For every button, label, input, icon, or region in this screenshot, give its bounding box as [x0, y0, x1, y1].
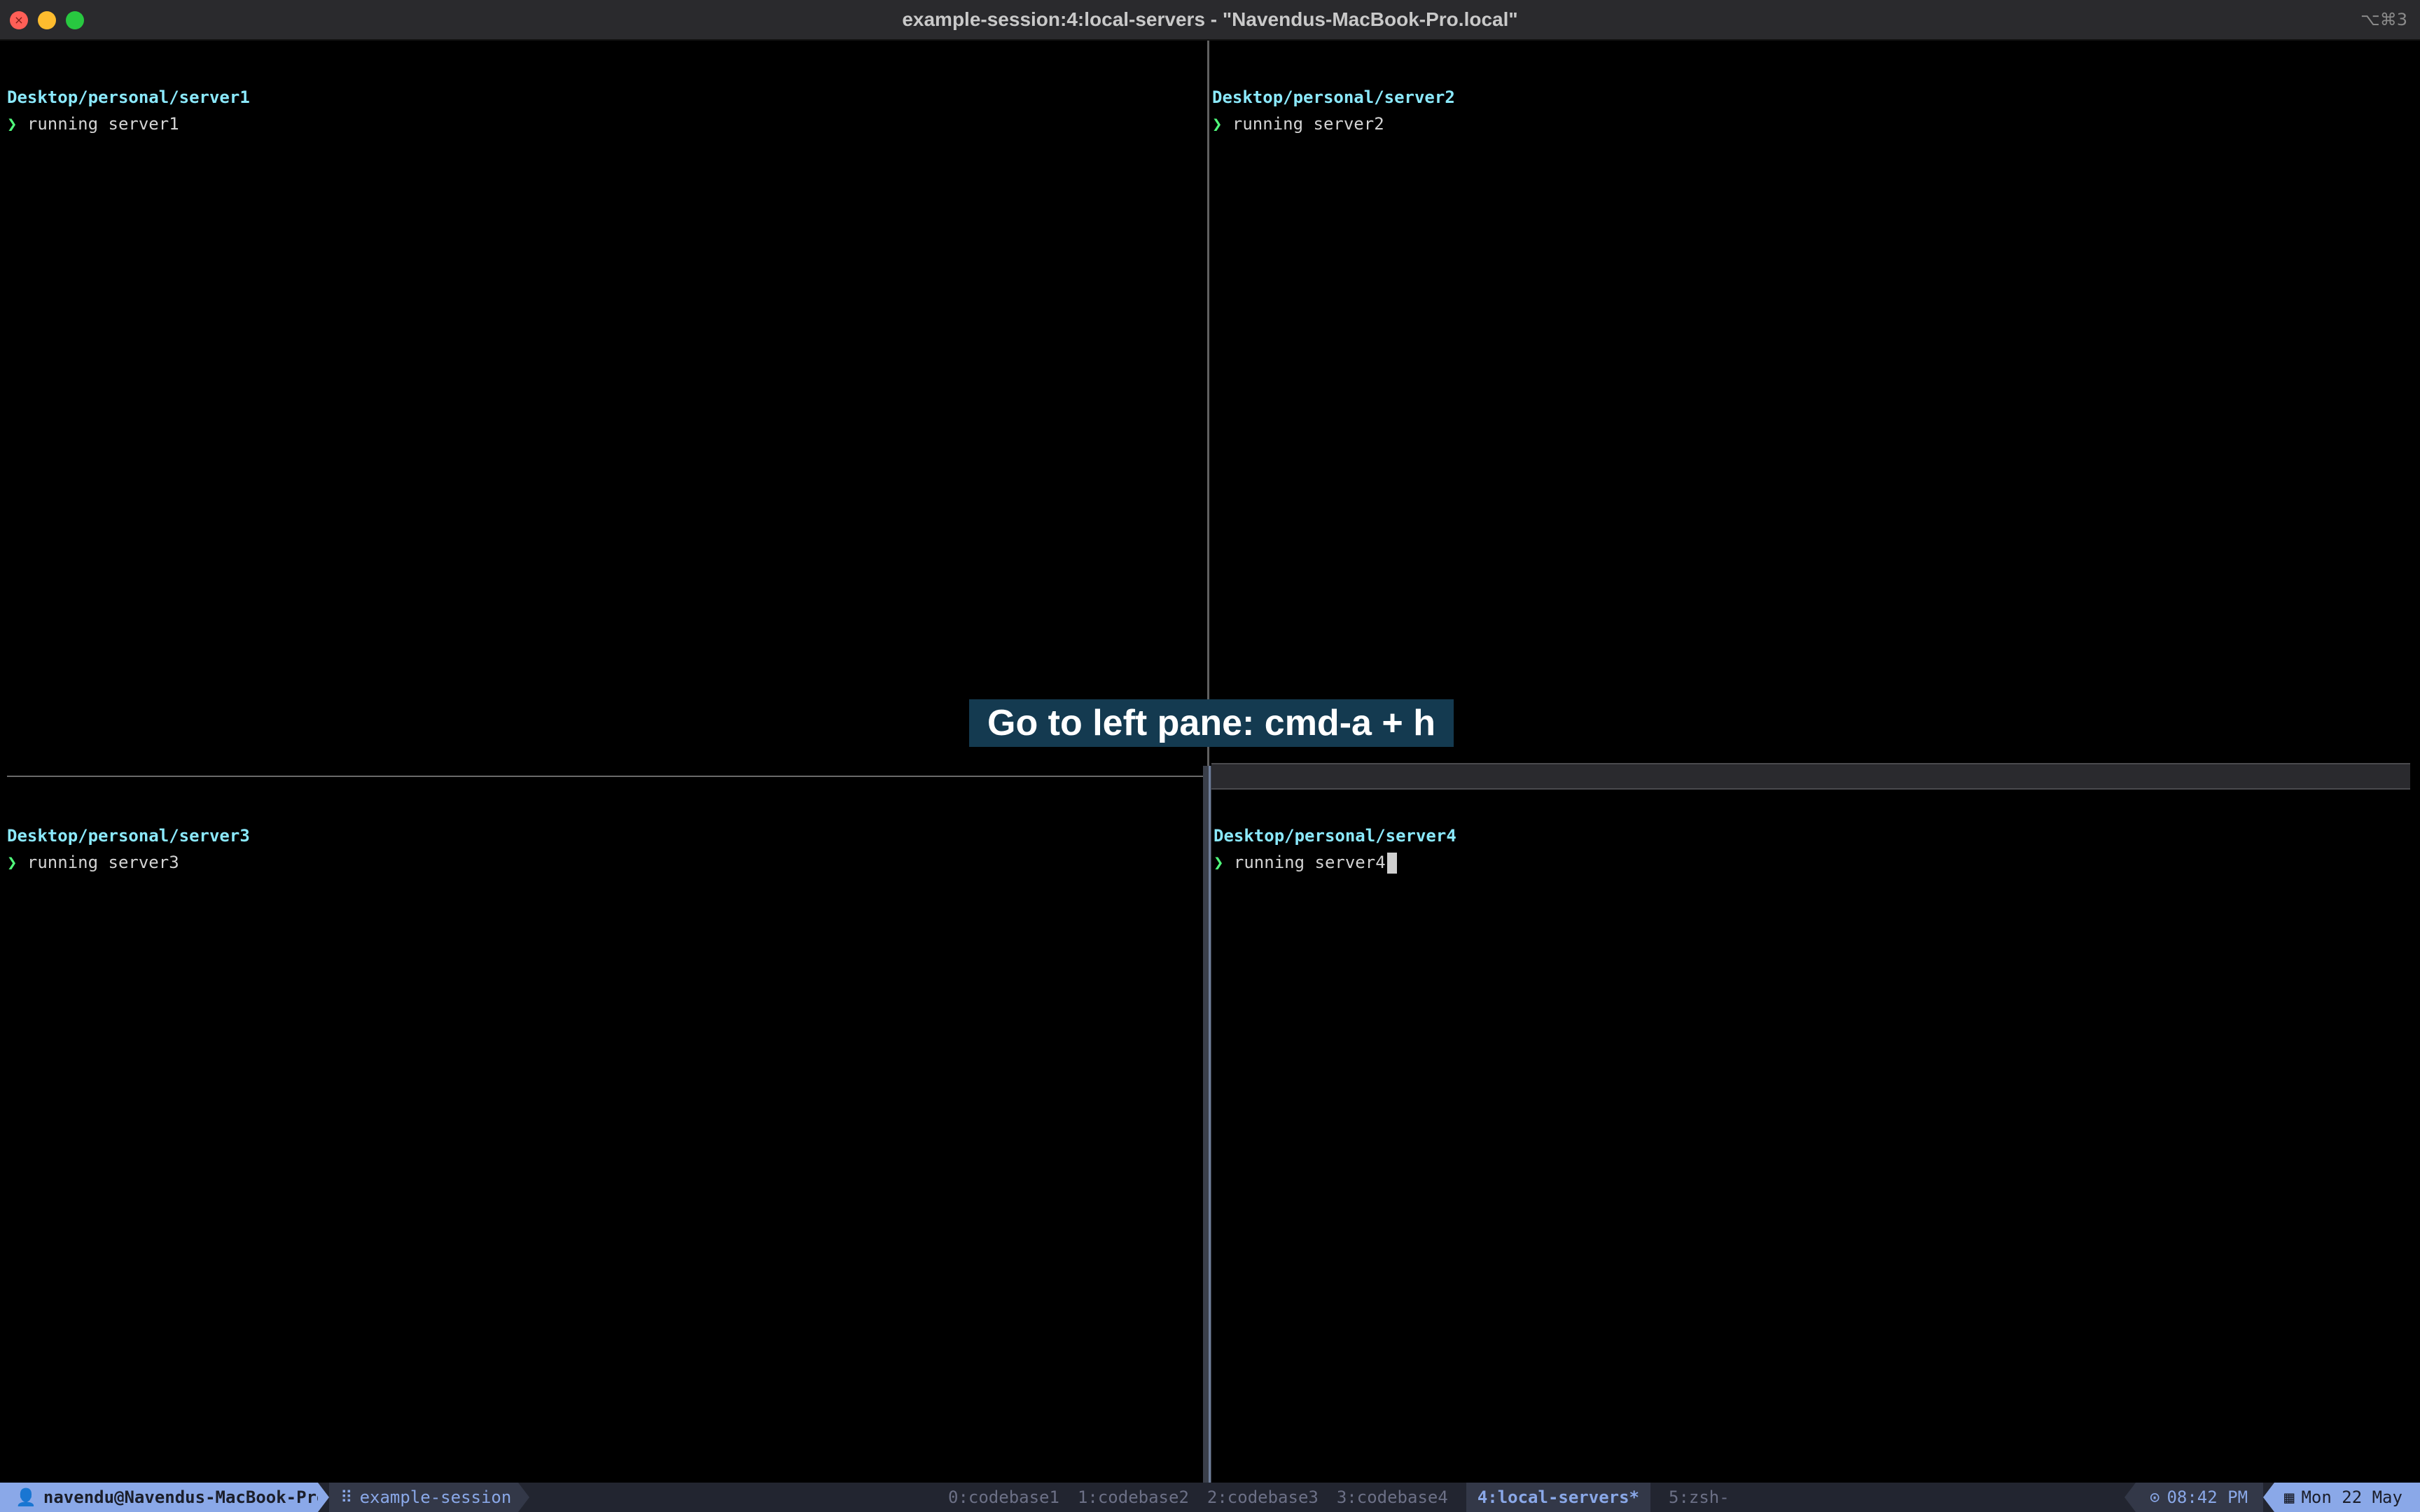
terminal-pane-server1[interactable]: Desktop/personal/server1 ❯ running serve… [0, 41, 1207, 776]
window-tab-local-servers[interactable]: 4:local-servers* [1466, 1483, 1650, 1512]
pane-command-line: ❯ running server3 [7, 849, 179, 876]
pane-divider-horizontal-right[interactable] [1211, 763, 2410, 790]
session-icon: ⠿ [340, 1488, 353, 1507]
terminal-pane-server2[interactable]: Desktop/personal/server2 ❯ running serve… [1210, 41, 2420, 776]
status-time: 08:42 PM [2167, 1488, 2248, 1507]
status-session: example-session [359, 1488, 512, 1507]
powerline-separator [2263, 1483, 2274, 1512]
pane-path: Desktop/personal/server1 [7, 88, 250, 107]
calendar-icon: ▦ [2284, 1488, 2295, 1507]
window-tab-zsh[interactable]: 5:zsh- [1669, 1483, 1730, 1512]
clock-icon: ⊙ [2150, 1488, 2160, 1507]
pane-path: Desktop/personal/server4 [1214, 826, 1456, 846]
pane-command-line: ❯ running server1 [7, 111, 179, 137]
window-tab-codebase3[interactable]: 2:codebase3 [1207, 1483, 1319, 1512]
powerline-separator [518, 1483, 529, 1512]
status-user-segment: 👤 navendu@Navendus-MacBook-Pro [0, 1483, 326, 1512]
powerline-separator [2125, 1483, 2136, 1512]
prompt-icon: ❯ [7, 853, 18, 872]
terminal-pane-server3[interactable]: Desktop/personal/server3 ❯ running serve… [0, 779, 1203, 1483]
pane-command-line: ❯ running server2 [1212, 111, 1384, 137]
status-session-segment[interactable]: ⠿ example-session [329, 1483, 518, 1512]
window-tab-codebase1[interactable]: 0:codebase1 [948, 1483, 1059, 1512]
pane-command: running server1 [17, 114, 179, 134]
user-icon: 👤 [15, 1488, 36, 1507]
pane-path: Desktop/personal/server3 [7, 826, 250, 846]
window-list: 0:codebase1 1:codebase2 2:codebase3 3:codeb… [948, 1483, 1748, 1512]
pane-divider-vertical-top[interactable] [1207, 41, 1209, 777]
pane-path: Desktop/personal/server2 [1212, 88, 1455, 107]
prompt-icon: ❯ [1214, 853, 1224, 872]
pane-command: running server4 [1223, 853, 1386, 872]
tmux-status-bar: 👤 navendu@Navendus-MacBook-Pro ⠿ example-s… [0, 1483, 2420, 1512]
pane-divider-horizontal-left[interactable] [7, 776, 1204, 777]
powerline-separator [318, 1483, 329, 1512]
window-tab-codebase4[interactable]: 3:codebase4 [1337, 1483, 1448, 1512]
status-user: navendu@Navendus-MacBook-Pro [43, 1488, 327, 1507]
title-bar: × example-session:4:local-servers - "Nav… [0, 0, 2420, 41]
terminal-pane-server4[interactable]: Desktop/personal/server4 ❯ running serve… [1211, 779, 2420, 1483]
window-title: example-session:4:local-servers - "Naven… [902, 8, 1518, 30]
status-date: Mon 22 May [2301, 1488, 2402, 1507]
terminal-cursor [1386, 853, 1397, 874]
pane-command-line: ❯ running server4 [1214, 849, 1397, 876]
prompt-icon: ❯ [7, 114, 18, 134]
pane-command: running server2 [1222, 114, 1384, 134]
status-time-segment: ⊙ 08:42 PM [2136, 1483, 2263, 1512]
prompt-icon: ❯ [1212, 114, 1223, 134]
window-tab-codebase2[interactable]: 1:codebase2 [1078, 1483, 1189, 1512]
shortcut-hint-overlay: Go to left pane: cmd-a + h [969, 699, 1454, 747]
status-date-segment: ▦ Mon 22 May [2274, 1483, 2420, 1512]
active-pane-border [1209, 766, 1211, 1483]
pane-command: running server3 [17, 853, 179, 872]
window-shortcut: ⌥⌘3 [2360, 10, 2407, 29]
